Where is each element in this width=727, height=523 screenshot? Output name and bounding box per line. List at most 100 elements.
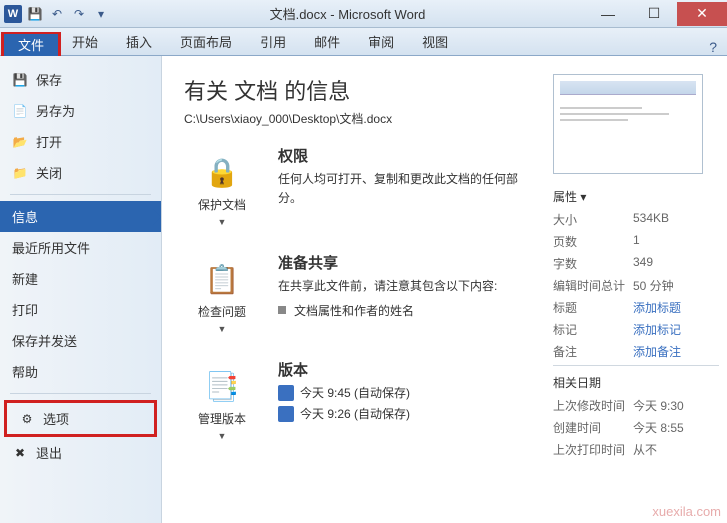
qat-customize-icon[interactable]: ▾ bbox=[92, 5, 110, 23]
document-thumbnail[interactable] bbox=[553, 74, 703, 174]
version-label: 今天 9:26 (自动保存) bbox=[300, 405, 410, 422]
saveas-icon: 📄 bbox=[12, 103, 28, 119]
section-text: 准备共享 在共享此文件前，请注意其包含以下内容: 文档属性和作者的姓名 bbox=[278, 252, 543, 319]
sidebar-options[interactable]: ⚙选项 bbox=[7, 403, 154, 434]
info-heading: 有关 文档 的信息 bbox=[184, 74, 543, 106]
help-icon[interactable]: ? bbox=[699, 39, 727, 55]
property-label: 标记 bbox=[553, 321, 633, 338]
section-body: 任何人均可打开、复制和更改此文档的任何部分。 bbox=[278, 170, 543, 208]
window-controls: — ☐ ✕ bbox=[585, 2, 727, 26]
info-panel: 有关 文档 的信息 C:\Users\xiaoy_000\Desktop\文档.… bbox=[184, 74, 543, 523]
button-label: 保护文档 bbox=[198, 196, 246, 213]
window-title: 文档.docx - Microsoft Word bbox=[110, 4, 585, 23]
sidebar-item-label: 退出 bbox=[36, 443, 62, 462]
sidebar-item-label: 选项 bbox=[43, 409, 69, 428]
sidebar-recent[interactable]: 最近所用文件 bbox=[0, 232, 161, 263]
sidebar-print[interactable]: 打印 bbox=[0, 294, 161, 325]
version-item[interactable]: 今天 9:45 (自动保存) bbox=[278, 384, 543, 401]
sidebar-separator bbox=[10, 393, 151, 394]
manage-versions-button[interactable]: 📑 管理版本 ▼ bbox=[184, 359, 260, 448]
property-label: 大小 bbox=[553, 211, 633, 228]
property-row: 字数349 bbox=[553, 255, 719, 272]
qat-undo-icon[interactable]: ↶ bbox=[48, 5, 66, 23]
section-permissions: 🔒 保护文档 ▼ 权限 任何人均可打开、复制和更改此文档的任何部分。 bbox=[184, 145, 543, 234]
property-row: 备注添加备注 bbox=[553, 343, 719, 360]
thumb-content bbox=[560, 107, 696, 121]
backstage-main: 有关 文档 的信息 C:\Users\xiaoy_000\Desktop\文档.… bbox=[162, 56, 727, 523]
section-text: 权限 任何人均可打开、复制和更改此文档的任何部分。 bbox=[278, 145, 543, 208]
sidebar-item-label: 打开 bbox=[36, 132, 62, 151]
protect-document-button[interactable]: 🔒 保护文档 ▼ bbox=[184, 145, 260, 234]
sidebar-item-label: 保存 bbox=[36, 70, 62, 89]
section-inspect: 📋 检查问题 ▼ 准备共享 在共享此文件前，请注意其包含以下内容: 文档属性和作… bbox=[184, 252, 543, 341]
dropdown-arrow-icon: ▼ bbox=[218, 217, 227, 227]
properties-heading[interactable]: 属性 ▾ bbox=[553, 188, 719, 205]
property-row: 上次打印时间从不 bbox=[553, 441, 719, 458]
document-path: C:\Users\xiaoy_000\Desktop\文档.docx bbox=[184, 110, 543, 127]
tab-file[interactable]: 文件 bbox=[4, 34, 58, 57]
property-label: 标题 bbox=[553, 299, 633, 316]
backstage-body: 💾 保存 📄 另存为 📂打开 📁关闭 信息 最近所用文件 新建 打印 保存并发送 帮… bbox=[0, 56, 727, 523]
tab-insert[interactable]: 插入 bbox=[112, 28, 166, 55]
property-value[interactable]: 添加备注 bbox=[633, 343, 681, 360]
version-item[interactable]: 今天 9:26 (自动保存) bbox=[278, 405, 543, 422]
property-value: 今天 8:55 bbox=[633, 419, 684, 436]
sidebar-item-label: 保存并发送 bbox=[12, 331, 77, 350]
check-issues-button[interactable]: 📋 检查问题 ▼ bbox=[184, 252, 260, 341]
property-row: 标题添加标题 bbox=[553, 299, 719, 316]
close-button[interactable]: ✕ bbox=[677, 2, 727, 26]
sidebar-save[interactable]: 💾 保存 bbox=[0, 64, 161, 95]
tab-review[interactable]: 审阅 bbox=[354, 28, 408, 55]
tab-home[interactable]: 开始 bbox=[58, 28, 112, 55]
versions-icon: 📑 bbox=[202, 366, 242, 406]
property-value[interactable]: 添加标记 bbox=[633, 321, 681, 338]
sidebar-item-label: 另存为 bbox=[36, 101, 75, 120]
property-label: 上次打印时间 bbox=[553, 441, 633, 458]
sidebar-exit[interactable]: ✖退出 bbox=[0, 437, 161, 468]
tab-layout[interactable]: 页面布局 bbox=[166, 28, 246, 55]
tab-view[interactable]: 视图 bbox=[408, 28, 462, 55]
sidebar-new[interactable]: 新建 bbox=[0, 263, 161, 294]
sidebar-info[interactable]: 信息 bbox=[0, 201, 161, 232]
property-label: 页数 bbox=[553, 233, 633, 250]
list-item: 文档属性和作者的姓名 bbox=[278, 302, 543, 319]
lock-icon: 🔒 bbox=[202, 152, 242, 192]
property-row: 大小534KB bbox=[553, 211, 719, 228]
sidebar-open[interactable]: 📂打开 bbox=[0, 126, 161, 157]
close-doc-icon: 📁 bbox=[12, 165, 28, 181]
sidebar-saveas[interactable]: 📄 另存为 bbox=[0, 95, 161, 126]
property-label: 编辑时间总计 bbox=[553, 277, 633, 294]
dates-heading: 相关日期 bbox=[553, 374, 719, 391]
sidebar-separator bbox=[10, 194, 151, 195]
sidebar-item-label: 信息 bbox=[12, 207, 38, 226]
sidebar-close[interactable]: 📁关闭 bbox=[0, 157, 161, 188]
section-heading: 权限 bbox=[278, 145, 543, 166]
qat-redo-icon[interactable]: ↷ bbox=[70, 5, 88, 23]
property-value: 今天 9:30 bbox=[633, 397, 684, 414]
tab-mailings[interactable]: 邮件 bbox=[300, 28, 354, 55]
properties-list: 属性 ▾ 大小534KB页数1字数349编辑时间总计50 分钟标题添加标题标记添… bbox=[553, 188, 719, 458]
property-row: 标记添加标记 bbox=[553, 321, 719, 338]
section-body: 在共享此文件前，请注意其包含以下内容: bbox=[278, 277, 543, 296]
maximize-button[interactable]: ☐ bbox=[631, 2, 677, 26]
minimize-button[interactable]: — bbox=[585, 2, 631, 26]
sidebar-help[interactable]: 帮助 bbox=[0, 356, 161, 387]
qat-save-icon[interactable]: 💾 bbox=[26, 5, 44, 23]
property-label: 创建时间 bbox=[553, 419, 633, 436]
dropdown-arrow-icon: ▼ bbox=[218, 324, 227, 334]
section-heading: 版本 bbox=[278, 359, 543, 380]
version-doc-icon bbox=[278, 385, 294, 401]
thumb-ribbon bbox=[560, 81, 696, 95]
section-versions: 📑 管理版本 ▼ 版本 今天 9:45 (自动保存) 今天 9:26 (自动保存… bbox=[184, 359, 543, 448]
sidebar-item-label: 新建 bbox=[12, 269, 38, 288]
property-row: 页数1 bbox=[553, 233, 719, 250]
version-doc-icon bbox=[278, 406, 294, 422]
property-value[interactable]: 添加标题 bbox=[633, 299, 681, 316]
property-label: 上次修改时间 bbox=[553, 397, 633, 414]
tab-references[interactable]: 引用 bbox=[246, 28, 300, 55]
section-heading: 准备共享 bbox=[278, 252, 543, 273]
sidebar-share[interactable]: 保存并发送 bbox=[0, 325, 161, 356]
button-label: 检查问题 bbox=[198, 303, 246, 320]
save-icon: 💾 bbox=[12, 72, 28, 88]
property-row: 创建时间今天 8:55 bbox=[553, 419, 719, 436]
